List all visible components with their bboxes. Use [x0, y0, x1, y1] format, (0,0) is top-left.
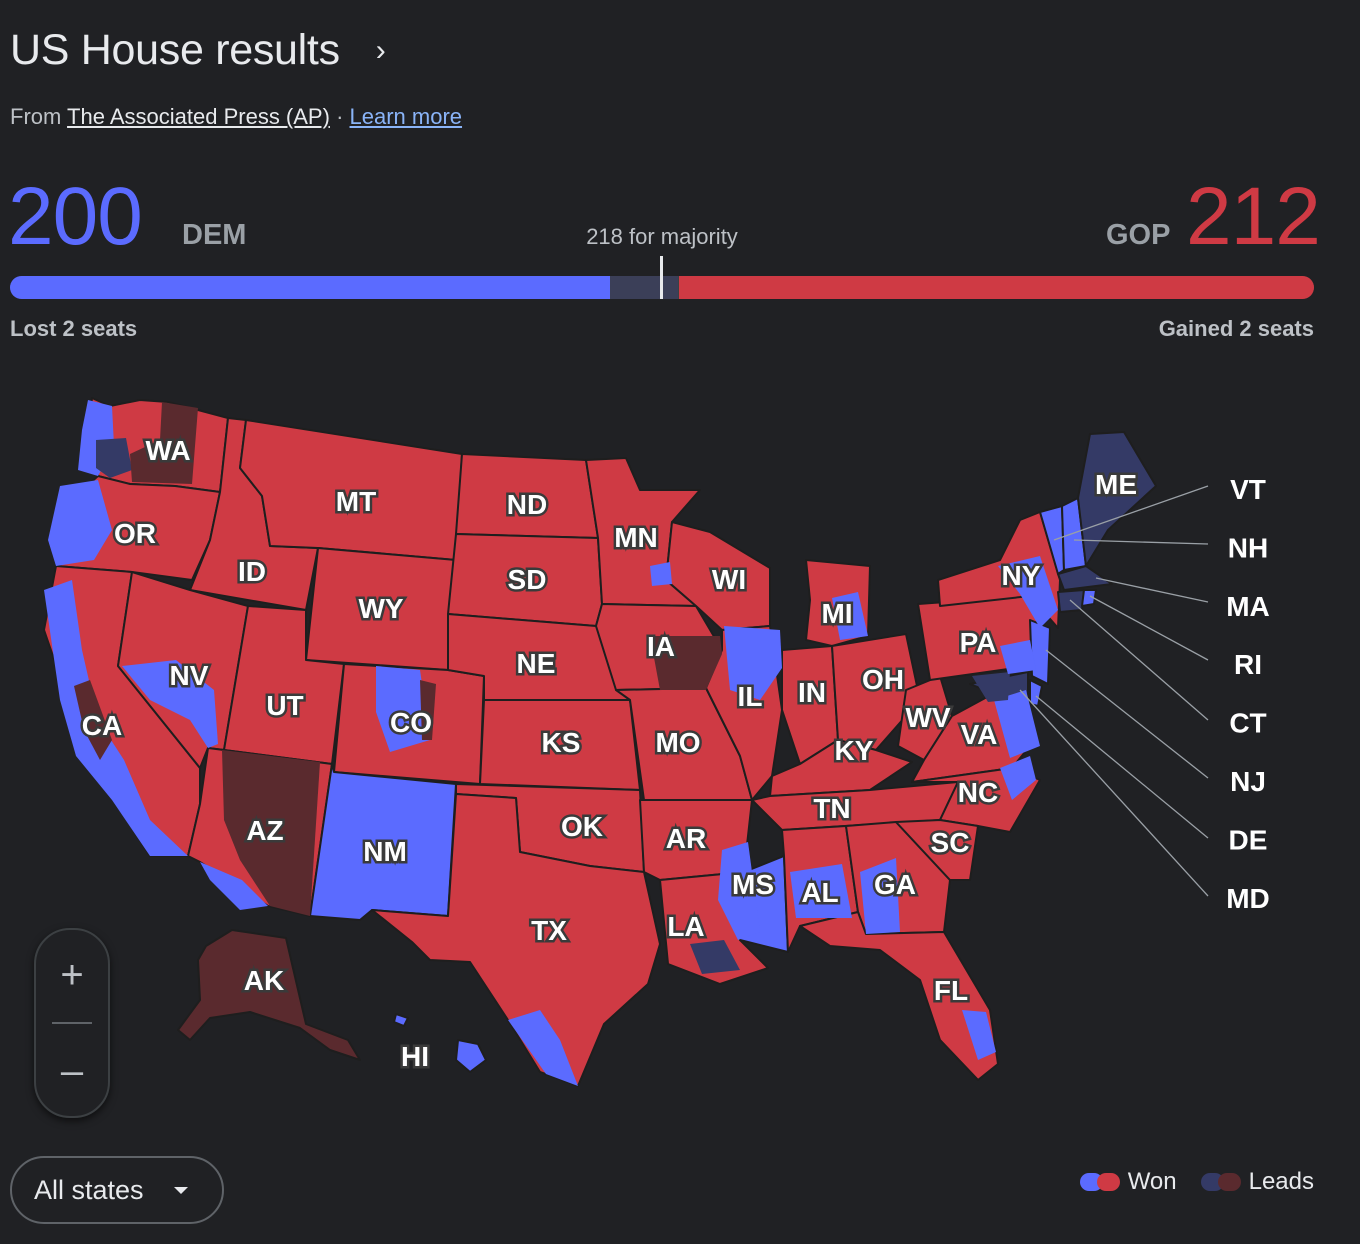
state-label-ms: MS: [732, 869, 774, 900]
us-house-map[interactable]: WA OR CA ID NV MT WY UT AZ CO NM ND SD NE KS OK TX MN IA MO…: [0, 0, 1360, 1244]
zoom-divider: [52, 1022, 92, 1024]
state-label-ok: OK: [561, 811, 603, 842]
state-label-mo: MO: [655, 727, 700, 758]
state-label-sd: SD: [508, 564, 547, 595]
state-label-vt: VT: [1230, 474, 1266, 505]
leads-swatch: [1200, 1173, 1241, 1191]
state-label-sc: SC: [931, 827, 970, 858]
state-label-ct: CT: [1229, 708, 1266, 739]
state-label-al: AL: [801, 877, 838, 908]
legend: Won Leads: [1079, 1168, 1314, 1196]
state-label-va: VA: [961, 719, 998, 750]
state-label-fl: FL: [934, 975, 968, 1006]
state-label-mi: MI: [821, 598, 852, 629]
state-label-id: ID: [238, 556, 266, 587]
state-label-wi: WI: [712, 564, 746, 595]
state-label-nm: NM: [363, 836, 407, 867]
state-label-il: IL: [738, 681, 763, 712]
state-nj[interactable]: [1029, 619, 1051, 685]
state-label-az: AZ: [246, 815, 283, 846]
gop-won-swatch: [1096, 1173, 1120, 1191]
state-filter-value: All states: [34, 1174, 144, 1205]
state-label-ri: RI: [1234, 649, 1262, 680]
state-label-nc: NC: [958, 777, 998, 808]
mn-dem-district: [650, 562, 672, 586]
state-hi-west[interactable]: [393, 1013, 409, 1027]
northeast-labels: VT NH MA RI CT NJ DE MD: [1226, 474, 1270, 914]
zoom-control: + –: [34, 928, 110, 1118]
state-label-mt: MT: [336, 486, 376, 517]
state-label-wv: WV: [905, 702, 950, 733]
state-label-ar: AR: [666, 823, 706, 854]
plus-icon[interactable]: +: [36, 930, 108, 1020]
state-label-ca: CA: [82, 710, 122, 741]
state-label-la: LA: [667, 911, 704, 942]
state-label-ga: GA: [874, 869, 916, 900]
state-label-wy: WY: [358, 593, 403, 624]
state-label-mn: MN: [614, 522, 658, 553]
state-label-in: IN: [798, 677, 826, 708]
state-label-wa: WA: [145, 435, 190, 466]
chevron-down-icon: [173, 1186, 188, 1194]
state-label-nh: NH: [1228, 532, 1268, 563]
state-label-ak: AK: [244, 965, 284, 996]
legend-leads-label: Leads: [1248, 1168, 1314, 1195]
state-label-ut: UT: [266, 690, 303, 721]
state-label-md: MD: [1226, 883, 1270, 914]
legend-won-label: Won: [1127, 1168, 1177, 1195]
state-filter-dropdown[interactable]: All states: [10, 1156, 224, 1224]
state-hi[interactable]: [455, 1039, 487, 1073]
state-label-tn: TN: [813, 793, 850, 824]
state-label-ne: NE: [517, 648, 556, 679]
minus-icon[interactable]: –: [36, 1026, 108, 1116]
won-swatch: [1079, 1173, 1120, 1191]
state-label-nv: NV: [170, 660, 209, 691]
state-label-oh: OH: [862, 664, 904, 695]
state-label-or: OR: [114, 518, 156, 549]
gop-leads-swatch: [1217, 1173, 1241, 1191]
state-label-pa: PA: [960, 627, 997, 658]
state-label-ia: IA: [647, 631, 675, 662]
state-fl[interactable]: [799, 911, 999, 1081]
state-label-hi: HI: [401, 1041, 429, 1072]
state-label-de: DE: [1229, 824, 1268, 855]
state-label-nd: ND: [507, 489, 547, 520]
state-label-ny: NY: [1002, 560, 1041, 591]
state-label-tx: TX: [531, 915, 567, 946]
state-label-me: ME: [1095, 469, 1137, 500]
state-label-ma: MA: [1226, 591, 1270, 622]
state-label-ks: KS: [542, 727, 581, 758]
state-label-ky: KY: [835, 735, 874, 766]
state-label-nj: NJ: [1230, 766, 1266, 797]
state-label-co: CO: [390, 707, 432, 738]
